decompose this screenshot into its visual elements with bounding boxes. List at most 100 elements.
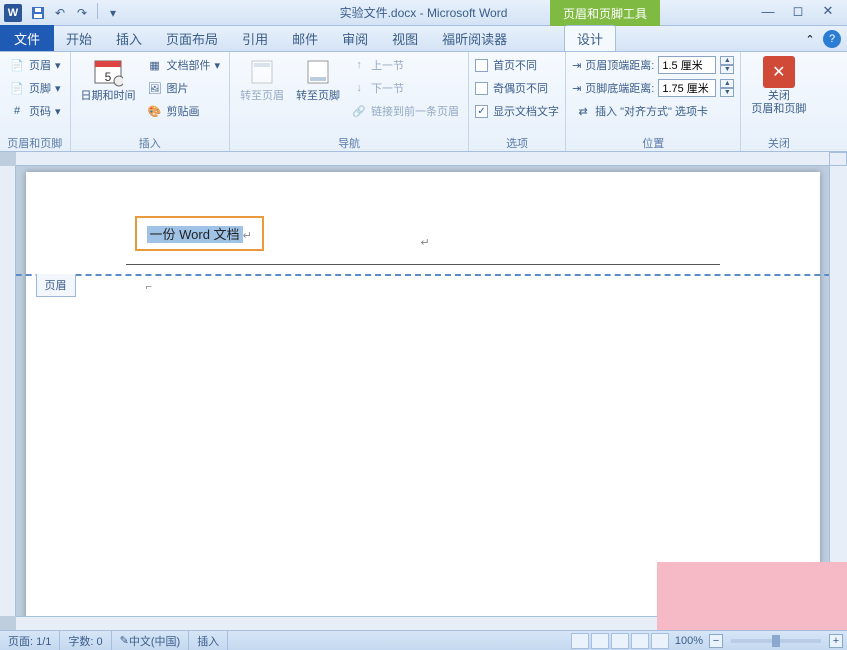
spinner-up-icon[interactable]: ▲: [720, 79, 734, 88]
view-outline-icon[interactable]: [631, 633, 649, 649]
maximize-button[interactable]: ◻: [783, 0, 813, 22]
minimize-button[interactable]: —: [753, 0, 783, 22]
clipart-button[interactable]: 🎨剪贴画: [144, 100, 224, 122]
status-language[interactable]: ✎ 中文(中国): [112, 631, 190, 650]
view-draft-icon[interactable]: [651, 633, 669, 649]
group-insert: 5 日期和时间 ▦文档部件 ▾ 🖼图片 🎨剪贴画 插入: [71, 52, 231, 151]
different-first-checkbox[interactable]: 首页不同: [475, 54, 559, 76]
spinner-down-icon[interactable]: ▼: [720, 88, 734, 97]
tab-foxit[interactable]: 福昕阅读器: [430, 25, 519, 51]
save-icon[interactable]: [28, 3, 48, 23]
align-tab-label: 插入 "对齐方式" 选项卡: [595, 103, 708, 119]
close-label: 关闭页眉和页脚: [751, 90, 806, 116]
goto-header-icon: [246, 56, 278, 88]
diff-odd-even-label: 奇偶页不同: [493, 80, 548, 96]
picture-icon: 🖼: [147, 80, 163, 96]
window-controls: — ◻ ✕: [753, 0, 843, 22]
tab-design[interactable]: 设计: [564, 25, 616, 51]
header-text-selection[interactable]: 一份 Word 文档: [147, 226, 243, 243]
spinner-down-icon[interactable]: ▼: [720, 65, 734, 74]
overlay-box: [657, 562, 847, 630]
ruler-toggle-icon[interactable]: [829, 152, 847, 166]
group-close: ✕ 关闭页眉和页脚 关闭: [741, 52, 816, 151]
title-bar: W ↶ ↷ ▾ 实验文件.docx - Microsoft Word 页眉和页脚…: [0, 0, 847, 26]
link-label: 链接到前一条页眉: [371, 103, 459, 119]
insert-align-tab-button[interactable]: ⇄插入 "对齐方式" 选项卡: [572, 100, 734, 122]
footer-label: 页脚: [29, 80, 51, 96]
tab-references[interactable]: 引用: [230, 25, 280, 51]
svg-text:5: 5: [105, 70, 112, 84]
link-previous-button[interactable]: 🔗链接到前一条页眉: [348, 100, 462, 122]
footer-distance-input[interactable]: [658, 79, 716, 97]
vertical-scrollbar[interactable]: [829, 166, 847, 616]
help-buttons: ⌃ ?: [801, 30, 841, 48]
link-icon: 🔗: [351, 103, 367, 119]
footer-distance-label: 页脚底端距离:: [585, 80, 654, 96]
zoom-slider[interactable]: [731, 639, 821, 643]
date-time-button[interactable]: 5 日期和时间: [77, 54, 140, 135]
view-print-layout-icon[interactable]: [571, 633, 589, 649]
tab-insert[interactable]: 插入: [104, 25, 154, 51]
tab-mailings[interactable]: 邮件: [280, 25, 330, 51]
header-distance-input[interactable]: [658, 56, 716, 74]
qat-customize-icon[interactable]: ▾: [103, 3, 123, 23]
header-icon: 📄: [9, 57, 25, 73]
goto-header-button[interactable]: 转至页眉: [236, 54, 288, 135]
group-position: ⇥ 页眉顶端距离: ▲▼ ⇥ 页脚底端距离: ▲▼ ⇄插入 "对齐方式" 选项卡…: [566, 52, 741, 151]
prev-section-button[interactable]: ↑上一节: [348, 54, 462, 76]
zoom-in-button[interactable]: +: [829, 634, 843, 648]
goto-footer-button[interactable]: 转至页脚: [292, 54, 344, 135]
header-button[interactable]: 📄页眉 ▾: [6, 54, 64, 76]
undo-icon[interactable]: ↶: [50, 3, 70, 23]
close-window-button[interactable]: ✕: [813, 0, 843, 22]
tab-page-layout[interactable]: 页面布局: [154, 25, 230, 51]
picture-button[interactable]: 🖼图片: [144, 77, 224, 99]
paragraph-mark-icon: ↵: [421, 236, 430, 249]
language-icon: ✎: [120, 634, 129, 647]
vertical-ruler[interactable]: [0, 166, 16, 616]
zoom-out-button[interactable]: −: [709, 634, 723, 648]
view-full-screen-icon[interactable]: [591, 633, 609, 649]
show-doc-text-checkbox[interactable]: ✓显示文档文字: [475, 100, 559, 122]
close-header-footer-button[interactable]: ✕ 关闭页眉和页脚: [747, 54, 810, 135]
clipart-icon: 🎨: [147, 103, 163, 119]
status-insert-mode[interactable]: 插入: [189, 631, 228, 650]
header-distance-label: 页眉顶端距离:: [585, 57, 654, 73]
footer-distance-icon: ⇥: [572, 82, 581, 95]
header-rule-line: [126, 264, 720, 265]
contextual-tool-title: 页眉和页脚工具: [550, 0, 660, 26]
highlight-box: 一份 Word 文档↵: [135, 216, 264, 251]
different-odd-even-checkbox[interactable]: 奇偶页不同: [475, 77, 559, 99]
page-number-icon: #: [9, 103, 25, 119]
tab-home[interactable]: 开始: [54, 25, 104, 51]
close-icon: ✕: [763, 56, 795, 88]
zoom-thumb[interactable]: [772, 635, 780, 647]
help-icon[interactable]: ?: [823, 30, 841, 48]
tab-review[interactable]: 审阅: [330, 25, 380, 51]
page-number-button[interactable]: #页码 ▾: [6, 100, 64, 122]
footer-button[interactable]: 📄页脚 ▾: [6, 77, 64, 99]
spinner-up-icon[interactable]: ▲: [720, 56, 734, 65]
redo-icon[interactable]: ↷: [72, 3, 92, 23]
status-word-count[interactable]: 字数: 0: [60, 631, 111, 650]
quick-parts-button[interactable]: ▦文档部件 ▾: [144, 54, 224, 76]
file-tab[interactable]: 文件: [0, 25, 54, 51]
parts-icon: ▦: [147, 57, 163, 73]
goto-header-label: 转至页眉: [240, 90, 284, 103]
next-section-button[interactable]: ↓下一节: [348, 77, 462, 99]
group-label: 插入: [77, 135, 224, 151]
goto-footer-icon: [302, 56, 334, 88]
checkbox-icon: ✓: [475, 105, 488, 118]
header-distance-icon: ⇥: [572, 59, 581, 72]
group-label: 关闭: [747, 135, 810, 151]
tab-view[interactable]: 视图: [380, 25, 430, 51]
zoom-level[interactable]: 100%: [675, 635, 703, 647]
document-page[interactable]: 一份 Word 文档↵ ↵ 页眉 ⌐: [26, 172, 820, 616]
status-page[interactable]: 页面: 1/1: [0, 631, 60, 650]
minimize-ribbon-icon[interactable]: ⌃: [801, 30, 819, 48]
date-time-label: 日期和时间: [81, 90, 136, 103]
view-web-layout-icon[interactable]: [611, 633, 629, 649]
header-boundary-line: [16, 274, 829, 276]
word-app-icon: W: [4, 4, 22, 22]
horizontal-ruler[interactable]: [16, 152, 829, 166]
